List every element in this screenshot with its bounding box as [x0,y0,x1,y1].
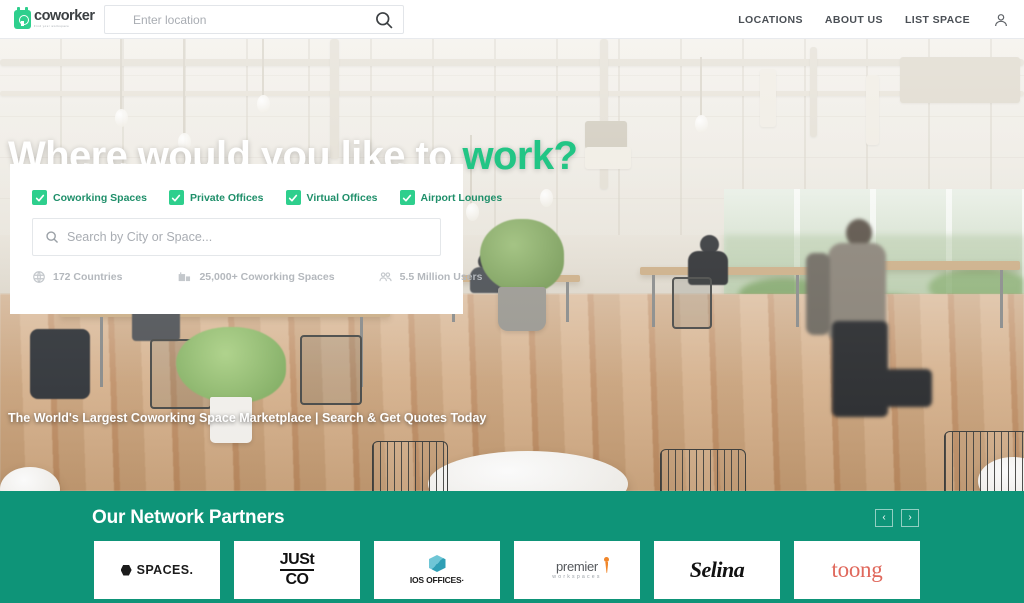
partner-logo-label: Selina [689,557,745,582]
globe-icon [32,270,46,284]
spaces-hexagon-icon [120,564,132,576]
partner-card-ios-offices[interactable]: IOS OFFICES· [374,541,500,599]
office-building-icon [177,270,192,284]
header-search-input[interactable] [133,12,363,27]
stat-coworking-spaces: 25,000+ Coworking Spaces [177,270,335,284]
checkbox-checked-icon[interactable] [399,190,415,205]
nav-item-locations[interactable]: LOCATIONS [738,14,803,26]
partner-logo-label-line2: workspaces [552,573,602,580]
filter-checkbox-group: Coworking Spaces Private Offices Virtual… [32,190,502,205]
city-or-space-input[interactable] [67,230,407,244]
partner-card-selina[interactable]: Selina [654,541,780,599]
hero-search-card: Coworking Spaces Private Offices Virtual… [10,164,502,314]
coworker-logo[interactable]: coworker Find your workspace [14,7,95,31]
checkbox-checked-icon[interactable] [168,190,184,205]
filter-coworking-spaces[interactable]: Coworking Spaces [32,190,147,205]
checkbox-checked-icon[interactable] [285,190,301,205]
user-account-icon[interactable] [992,11,1010,29]
coworker-logo-icon [14,7,31,29]
search-icon [45,230,59,244]
stat-label: 5.5 Million Users [399,271,483,283]
logo-subtitle: Find your workspace [34,24,70,28]
nav-item-about-us[interactable]: ABOUT US [825,14,883,26]
checkbox-checked-icon[interactable] [32,190,47,205]
users-group-icon [378,270,393,284]
partner-logo-label-line1: premier [556,558,598,574]
partner-logo-label: toong [831,557,883,582]
filter-private-offices[interactable]: Private Offices [168,190,264,205]
ios-offices-cube-icon [428,555,446,572]
partner-card-spaces[interactable]: SPACES. [94,541,220,599]
stats-row: 172 Countries 25,000+ Coworking Spaces 5… [32,270,482,284]
partners-carousel-nav: ‹ › [875,509,919,527]
search-icon[interactable] [373,9,395,31]
filter-airport-lounges[interactable]: Airport Lounges [399,190,503,205]
carousel-next-button[interactable]: › [901,509,919,527]
partner-card-toong[interactable]: toong [794,541,920,599]
stat-label: 25,000+ Coworking Spaces [199,271,335,283]
filter-label: Private Offices [189,191,264,204]
stat-label: 172 Countries [53,271,123,283]
partner-logo-label-line2: CO [279,569,315,588]
hero-title-accent: work? [462,134,578,178]
site-header: coworker Find your workspace LOCATIONS A… [0,0,1024,39]
filter-virtual-offices[interactable]: Virtual Offices [285,190,378,205]
logo-wordmark: coworker [34,8,95,25]
premier-accent-icon [604,556,610,562]
nav-item-list-space[interactable]: LIST SPACE [905,14,970,26]
partners-title: Our Network Partners [92,507,285,528]
partner-logo-strip: SPACES. JUSt CO IOS OFFICES· premier wor… [94,541,920,599]
hero-tagline: The World's Largest Coworking Space Mark… [8,411,487,425]
filter-label: Coworking Spaces [53,191,147,204]
header-location-search[interactable] [104,5,404,34]
partner-logo-label: SPACES. [136,563,194,577]
filter-label: Airport Lounges [420,191,503,204]
partner-card-premier-workspaces[interactable]: premier workspaces [514,541,640,599]
filter-label: Virtual Offices [306,191,378,204]
partner-logo-label-line1: JUSt [279,551,315,568]
carousel-prev-button[interactable]: ‹ [875,509,893,527]
partner-card-justco[interactable]: JUSt CO [234,541,360,599]
city-or-space-search[interactable] [32,218,441,256]
premier-accent-stem-icon [605,561,609,573]
main-navigation: LOCATIONS ABOUT US LIST SPACE [738,0,1010,39]
stat-users: 5.5 Million Users [378,270,483,284]
partner-logo-label: IOS OFFICES· [409,575,465,585]
coworker-homepage: coworker Find your workspace LOCATIONS A… [0,0,1024,603]
stat-countries: 172 Countries [32,270,122,284]
